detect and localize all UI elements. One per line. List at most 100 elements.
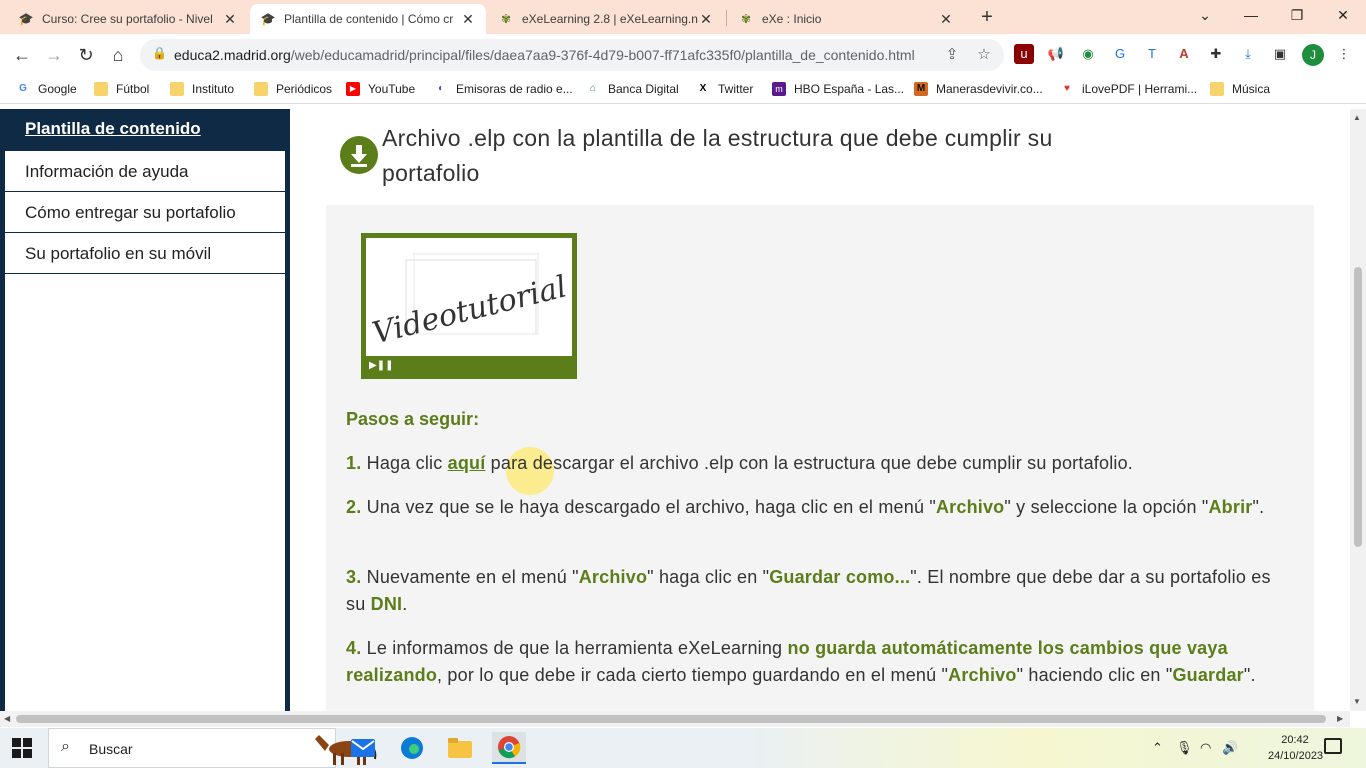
close-icon[interactable]: ✕ <box>698 11 714 28</box>
back-arrow-icon[interactable]: ← <box>10 43 34 67</box>
tab-curso[interactable]: 🎓 Curso: Cree su portafolio - Nivel ✕ <box>8 4 248 34</box>
step-3: 3. Nuevamente en el menú "Archivo" haga … <box>346 564 1286 618</box>
tab-exe-inicio[interactable]: ✾ eXe : Inicio ✕ <box>728 4 964 34</box>
close-window-button[interactable]: ✕ <box>1320 0 1366 30</box>
bookmark-google[interactable]: G Google <box>16 82 77 96</box>
text-tool-icon[interactable]: T <box>1142 44 1162 64</box>
url-text[interactable]: educa2.madrid.org/web/educamadrid/princi… <box>174 47 915 63</box>
taskbar-search-box[interactable]: ⌕ Buscar <box>48 728 377 768</box>
reload-icon[interactable]: ↻ <box>74 43 98 67</box>
step-text: Haga clic <box>361 453 448 473</box>
menu-kebab-icon[interactable]: ⋮ <box>1334 44 1354 64</box>
bookmark-label: Emisoras de radio e... <box>456 82 573 96</box>
scroll-down-arrow-icon[interactable]: ▼ <box>1353 697 1361 706</box>
bookmark-banca[interactable]: ⌂ Banca Digital <box>586 82 679 96</box>
taskbar-file-explorer-app[interactable] <box>443 732 477 764</box>
bookmark-periodicos[interactable]: Periódicos <box>254 82 332 96</box>
horizontal-scrollbar[interactable]: ◀ ▶ <box>0 711 1350 727</box>
taskbar-chrome-app[interactable] <box>492 732 526 764</box>
tab-title: eXe : Inicio <box>762 12 822 26</box>
scroll-left-arrow-icon[interactable]: ◀ <box>4 714 10 723</box>
download-here-link[interactable]: aquí <box>448 453 486 473</box>
microphone-icon[interactable]: 🎙 <box>1176 740 1193 756</box>
vertical-scrollbar[interactable]: ▲ ▼ <box>1350 109 1366 711</box>
page-heading: Archivo .elp con la plantilla de la estr… <box>382 121 1262 191</box>
windows-start-icon[interactable] <box>12 738 32 758</box>
taskbar-mail-app[interactable] <box>346 732 380 764</box>
vertical-scroll-thumb[interactable] <box>1354 267 1362 547</box>
bookmark-emisoras[interactable]: ◐ Emisoras de radio e... <box>434 82 573 96</box>
steps-title: Pasos a seguir: <box>346 409 480 429</box>
taskbar-edge-app[interactable] <box>395 732 429 764</box>
bookmark-label: iLovePDF | Herrami... <box>1082 82 1198 96</box>
home-icon[interactable]: ⌂ <box>106 43 130 67</box>
system-clock[interactable]: 20:42 24/10/2023 <box>1268 732 1323 764</box>
video-frame: Videotutorial <box>366 238 572 356</box>
tab-title: eXeLearning 2.8 | eXeLearning.n <box>522 12 698 26</box>
tray-chevron-up-icon[interactable]: ⌃ <box>1152 740 1163 756</box>
m-logo-icon: M <box>914 82 928 96</box>
speaker-icon[interactable]: 🔊 <box>1222 740 1238 756</box>
close-icon[interactable]: ✕ <box>460 11 476 28</box>
play-pause-icon[interactable]: ▶❚❚ <box>369 360 393 371</box>
option-abrir: Abrir <box>1208 497 1253 517</box>
mail-icon <box>351 739 375 757</box>
notification-center-icon[interactable] <box>1324 738 1342 754</box>
video-tutorial-thumbnail[interactable]: Videotutorial ▶❚❚ <box>361 233 577 379</box>
edge-icon <box>401 737 423 759</box>
search-icon: ⌕ <box>61 738 70 755</box>
translate-icon[interactable]: G <box>1110 44 1130 64</box>
bookmark-star-icon[interactable]: ☆ <box>974 45 994 65</box>
bookmark-musica[interactable]: Música <box>1210 82 1270 96</box>
step-text: . <box>402 594 408 614</box>
new-tab-button[interactable]: + <box>976 6 998 28</box>
sidebar-item-ayuda[interactable]: Información de ayuda <box>5 151 285 192</box>
forward-arrow-icon[interactable]: → <box>42 43 66 67</box>
tab-plantilla[interactable]: 🎓 Plantilla de contenido | Cómo cr ✕ <box>250 4 486 34</box>
tab-search-chevron-icon[interactable]: ⌄ <box>1182 0 1228 30</box>
sidebar-item-movil[interactable]: Su portafolio en su móvil <box>5 233 285 274</box>
side-panel-icon[interactable]: ▣ <box>1270 44 1290 64</box>
share-icon[interactable]: ⇪ <box>942 45 962 65</box>
step-2: 2. Una vez que se le haya descargado el … <box>346 494 1286 521</box>
bookmark-youtube[interactable]: ▶ YouTube <box>346 82 415 96</box>
taskbar: ⌕ Buscar ⌃ 🎙 ◠ 🔊 20:42 24/10/2023 <box>0 728 1366 768</box>
bookmark-futbol[interactable]: Fútbol <box>94 82 149 96</box>
scroll-up-arrow-icon[interactable]: ▲ <box>1353 113 1361 122</box>
bookmark-maneras[interactable]: M Manerasdevivir.co... <box>914 82 1043 96</box>
download-icon[interactable]: ⤓ <box>1238 44 1258 64</box>
wifi-icon[interactable]: ◠ <box>1200 740 1211 756</box>
close-icon[interactable]: ✕ <box>938 11 954 28</box>
extension-off-icon[interactable]: ◉ <box>1078 44 1098 64</box>
minimize-button[interactable]: — <box>1228 0 1274 30</box>
chrome-icon <box>498 736 521 759</box>
profile-avatar[interactable]: J <box>1302 44 1324 66</box>
bookmark-ilovepdf[interactable]: ♥ iLovePDF | Herrami... <box>1060 82 1197 96</box>
sidebar-item-current[interactable]: Plantilla de contenido <box>5 109 285 151</box>
font-tool-icon[interactable]: A <box>1174 44 1194 64</box>
megaphone-icon[interactable]: 📢 <box>1046 44 1066 64</box>
tab-title: Curso: Cree su portafolio - Nivel <box>42 12 213 26</box>
bookmark-twitter[interactable]: X Twitter <box>696 82 754 96</box>
extensions-puzzle-icon[interactable]: ✚ <box>1206 44 1226 64</box>
dni-term: DNI <box>370 594 403 614</box>
restore-button[interactable]: ❐ <box>1274 0 1320 30</box>
close-icon[interactable]: ✕ <box>222 11 238 28</box>
bookmark-instituto[interactable]: Instituto <box>170 82 234 96</box>
option-guardar-como: Guardar como... <box>769 567 911 587</box>
tab-title: Plantilla de contenido | Cómo cr <box>284 12 454 26</box>
address-bar[interactable]: 🔒 educa2.madrid.org/web/educamadrid/prin… <box>140 39 1004 71</box>
tab-exelearning[interactable]: ✾ eXeLearning 2.8 | eXeLearning.n ✕ <box>488 4 724 34</box>
sidebar-item-entregar[interactable]: Cómo entregar su portafolio <box>5 192 285 233</box>
scroll-right-arrow-icon[interactable]: ▶ <box>1337 714 1343 723</box>
menu-name-archivo: Archivo <box>578 567 648 587</box>
ublock-icon[interactable]: u <box>1014 44 1034 64</box>
menu-name-archivo: Archivo <box>948 665 1017 685</box>
step-text: ". <box>1243 665 1256 685</box>
step-text: " haga clic en " <box>647 567 770 587</box>
bookmark-label: Twitter <box>718 82 754 96</box>
bookmark-hbo[interactable]: m HBO España - Las... <box>772 82 904 96</box>
bank-icon: ⌂ <box>589 83 597 94</box>
horizontal-scroll-thumb[interactable] <box>16 715 1326 723</box>
lock-icon[interactable]: 🔒 <box>152 46 167 60</box>
